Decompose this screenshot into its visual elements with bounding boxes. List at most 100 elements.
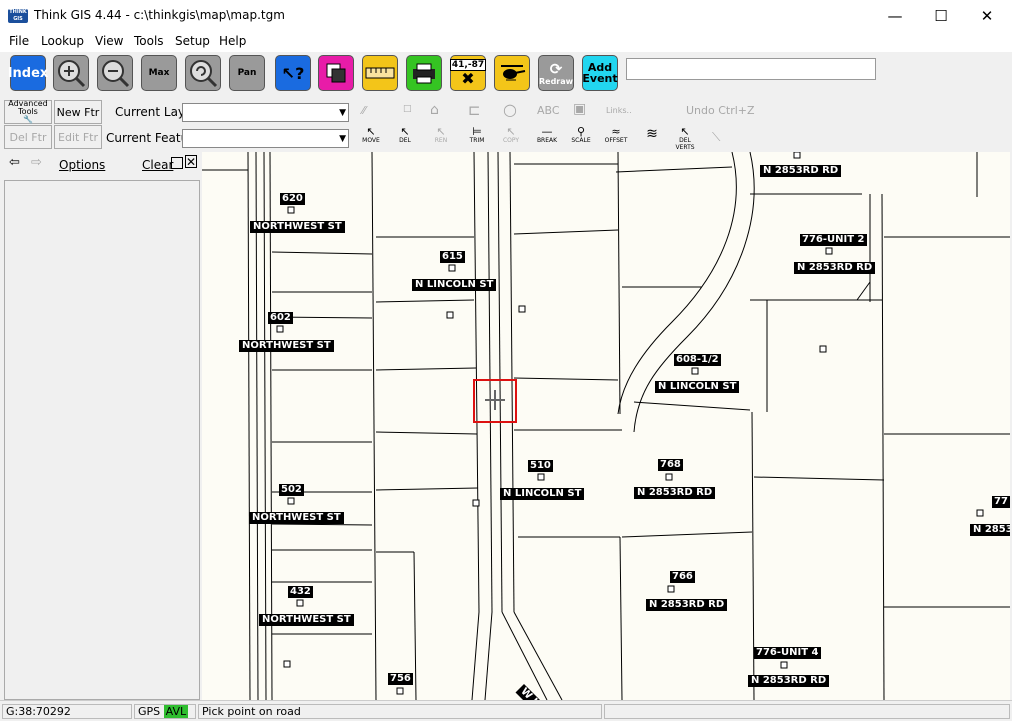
break-tool[interactable]: — BREAK [533, 126, 561, 144]
restore-panel-icon[interactable] [171, 157, 183, 169]
print-button[interactable] [406, 55, 442, 91]
advanced-tools-button[interactable]: Advanced Tools 🔧 [4, 100, 52, 124]
clear-link[interactable]: Clear [142, 158, 173, 172]
point-icon[interactable]: □ [403, 104, 412, 114]
address-label: 615 [440, 251, 465, 263]
scale-tool[interactable]: ⚲ SCALE [568, 126, 594, 144]
circle-icon[interactable]: ○ [503, 100, 517, 119]
close-button[interactable]: ✕ [964, 0, 1010, 32]
zoom-in-button[interactable] [53, 55, 89, 91]
trim-tool[interactable]: ⊨ TRIM [464, 126, 490, 144]
menu-bar: File Lookup View Tools Setup Help [0, 32, 1012, 52]
new-feature-button[interactable]: New Ftr [54, 100, 102, 124]
zoom-max-button[interactable]: Max [141, 55, 177, 91]
minimize-button[interactable]: — [872, 0, 918, 32]
rename-label: REN [434, 137, 448, 144]
measure-button[interactable] [362, 55, 398, 91]
menu-help[interactable]: Help [219, 34, 246, 48]
address-label: 776-UNIT 2 [800, 234, 867, 246]
menu-file[interactable]: File [9, 34, 29, 48]
offset-tool[interactable]: ≈ OFFSET [602, 126, 630, 144]
street-label: N 2853F [970, 524, 1010, 536]
close-panel-icon[interactable]: ✕ [185, 155, 197, 168]
street-label: NORTHWEST ST [249, 512, 344, 524]
menu-view[interactable]: View [95, 34, 123, 48]
curve-icon: ≋ [646, 126, 658, 142]
cursor-question-icon: ↖? [281, 63, 305, 83]
menu-tools[interactable]: Tools [134, 34, 164, 48]
address-label: 766 [670, 571, 695, 583]
max-label: Max [148, 68, 170, 78]
ruler-icon [365, 67, 395, 79]
street-label: N 2853RD RD [748, 675, 830, 687]
wrench-icon: 🔧 [23, 115, 33, 124]
layers-button[interactable] [318, 55, 354, 91]
diagonal-line-icon[interactable]: ⟍ [712, 130, 720, 145]
helicopter-button[interactable] [494, 55, 530, 91]
maximize-button[interactable]: ☐ [918, 0, 964, 32]
street-label: NORTHWEST ST [259, 614, 354, 626]
polyline-icon[interactable]: ⁄⁄ [362, 104, 366, 117]
image-icon[interactable]: ▣ [573, 101, 586, 117]
go-to-coordinates-button[interactable]: 41,-87 ✖ [449, 55, 487, 91]
add-event-label: Add Event [582, 61, 618, 85]
delete-icon: ↖ [400, 125, 410, 138]
options-link[interactable]: Options [59, 158, 105, 172]
undo-button[interactable]: Undo Ctrl+Z [686, 104, 755, 117]
map-canvas[interactable]: 620 NORTHWEST ST 615 N LINCOLN ST 602 NO… [202, 152, 1010, 700]
results-pane [4, 180, 200, 700]
copy-label: COPY [502, 137, 520, 144]
street-label: NORTHWEST ST [250, 221, 345, 233]
compass-icon: ✖ [461, 69, 475, 88]
zoom-out-button[interactable] [97, 55, 133, 91]
street-label: N LINCOLN ST [412, 279, 497, 291]
street-label: NORTHWEST ST [239, 340, 334, 352]
printer-icon [413, 63, 435, 84]
move-tool[interactable]: ↖ MOVE [358, 126, 384, 144]
avl-indicator: AVL [163, 705, 189, 718]
address-label: 432 [288, 586, 313, 598]
text-tool[interactable]: ABC [537, 104, 560, 117]
redraw-icon: ⟳ [549, 59, 563, 78]
forward-arrow-icon[interactable]: ⇨ [31, 155, 42, 170]
menu-lookup[interactable]: Lookup [41, 34, 84, 48]
copy-tool[interactable]: ↖ COPY [498, 126, 524, 144]
index-label: Index [7, 65, 49, 81]
edit-feature-button[interactable]: Edit Ftr [54, 125, 102, 149]
delete-feature-button[interactable]: Del Ftr [4, 125, 52, 149]
street-label: N 2853RD RD [794, 262, 876, 274]
pan-button[interactable]: Pan [229, 55, 265, 91]
helicopter-icon [501, 65, 526, 81]
status-message: Pick point on road [198, 704, 602, 719]
address-label: 602 [268, 312, 293, 324]
redraw-label: Redraw [538, 76, 574, 86]
rename-tool[interactable]: ↖ REN [428, 126, 454, 144]
links-button[interactable]: Links.. [606, 106, 632, 115]
advanced-tools-label: Advanced Tools [8, 99, 48, 116]
address-label: 620 [280, 193, 305, 205]
zoom-previous-button[interactable] [185, 55, 221, 91]
trim-label: TRIM [469, 137, 485, 144]
delete-vertices-tool[interactable]: ↖ DEL VERTS [672, 126, 698, 151]
current-layer-select[interactable]: ▼ [182, 103, 349, 122]
redraw-button[interactable]: ⟳ Redraw [538, 55, 574, 91]
curve-tool[interactable]: ≋ [640, 126, 664, 142]
location-input[interactable] [626, 58, 876, 80]
add-event-button[interactable]: Add Event [582, 55, 618, 91]
delete-vertices-label: DEL VERTS [675, 137, 695, 151]
current-feature-select[interactable]: ▼ [182, 129, 349, 148]
index-button[interactable]: Index [7, 55, 49, 91]
address-label: 77 [992, 496, 1010, 508]
back-arrow-icon[interactable]: ⇦ [9, 155, 20, 170]
chevron-down-icon: ▼ [339, 108, 346, 118]
identify-button[interactable]: ↖? [275, 55, 311, 91]
coordinates-readout: G:38:70292 [2, 704, 132, 719]
rectangle-icon[interactable]: ⊏ [468, 101, 481, 119]
window-title: Think GIS 4.44 - c:\thinkgis\map\map.tgm [34, 8, 285, 22]
delete-tool[interactable]: ↖ DEL [392, 126, 418, 144]
move-label: MOVE [362, 137, 380, 144]
street-label: N LINCOLN ST [655, 381, 740, 393]
menu-setup[interactable]: Setup [175, 34, 210, 48]
polygon-icon[interactable]: ⌂ [430, 102, 439, 118]
copy-icon: ↖ [506, 125, 516, 138]
